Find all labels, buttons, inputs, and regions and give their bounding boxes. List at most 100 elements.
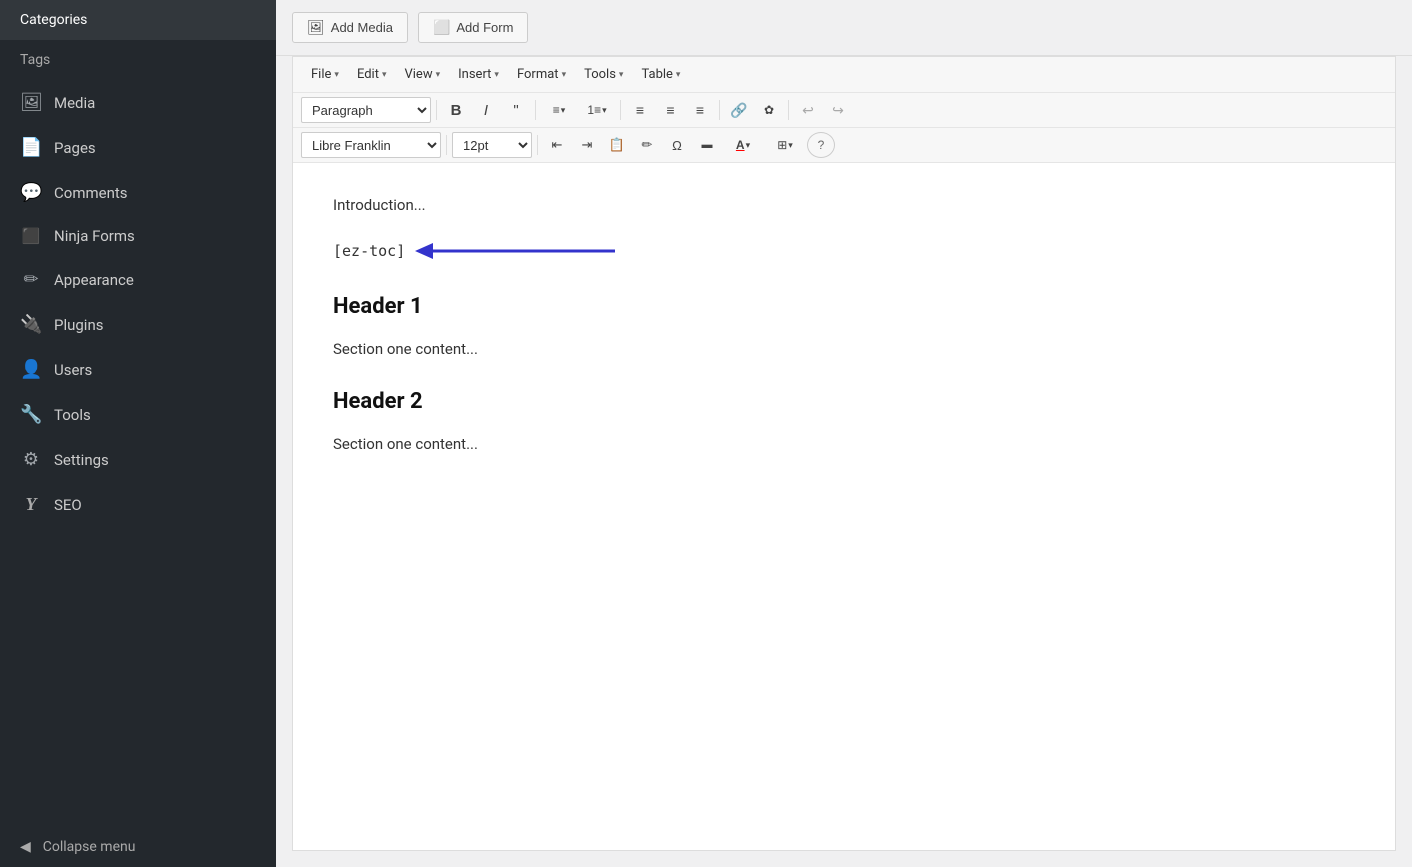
tools-icon: 🔧 <box>20 404 42 425</box>
sidebar-item-tags-label: Tags <box>20 52 50 68</box>
sep5 <box>788 100 789 120</box>
link-button[interactable]: 🔗 <box>725 97 753 123</box>
outdent-button[interactable]: ⇤ <box>543 132 571 158</box>
sep2 <box>535 100 536 120</box>
seo-icon: Y <box>20 494 42 515</box>
section-2-content: Section one content... <box>333 432 1355 458</box>
media-icon: 🖼 <box>20 92 42 113</box>
italic-button[interactable]: I <box>472 97 500 123</box>
menu-insert-arrow: ▾ <box>494 70 499 80</box>
users-icon: 👤 <box>20 359 42 380</box>
eraser-button[interactable]: ✏ <box>633 132 661 158</box>
comments-icon: 💬 <box>20 182 42 203</box>
menu-view-arrow: ▾ <box>436 70 441 80</box>
header-2: Header 2 <box>333 383 1355 420</box>
sidebar-item-ninja-forms[interactable]: ⬛ Ninja Forms <box>0 215 276 257</box>
shortcode-text: [ez-toc] <box>333 239 405 265</box>
ordered-list-button[interactable]: 1≡▾ <box>579 97 615 123</box>
special-button[interactable]: ✿ <box>755 97 783 123</box>
omega-button[interactable]: Ω <box>663 132 691 158</box>
menu-edit[interactable]: Edit ▾ <box>349 63 395 86</box>
paste-button[interactable]: 📋 <box>603 132 631 158</box>
top-toolbar: 🖼 Add Media ⬜ Add Form <box>276 0 1412 56</box>
menu-table-arrow: ▾ <box>676 70 681 80</box>
sidebar-item-seo[interactable]: Y SEO <box>0 482 276 527</box>
align-center-button[interactable]: ≡ <box>656 97 684 123</box>
hr-button[interactable]: ▬ <box>693 132 721 158</box>
sidebar-item-tools[interactable]: 🔧 Tools <box>0 392 276 437</box>
add-media-button[interactable]: 🖼 Add Media <box>292 12 408 43</box>
sidebar-item-ninja-forms-label: Ninja Forms <box>54 227 135 245</box>
blockquote-button[interactable]: " <box>502 97 530 123</box>
editor-wrapper: 🖼 Add Media ⬜ Add Form File ▾ Edit ▾ <box>276 0 1412 867</box>
menu-file-arrow: ▾ <box>334 70 339 80</box>
menu-edit-label: Edit <box>357 67 379 82</box>
menu-table[interactable]: Table ▾ <box>633 63 688 86</box>
sidebar-item-pages-label: Pages <box>54 139 96 157</box>
sidebar-item-media[interactable]: 🖼 Media <box>0 80 276 125</box>
sidebar-item-appearance[interactable]: ✏ Appearance <box>0 257 276 302</box>
sidebar-item-comments-label: Comments <box>54 184 128 202</box>
help-button[interactable]: ? <box>807 132 835 158</box>
menu-edit-arrow: ▾ <box>382 70 387 80</box>
menu-view[interactable]: View ▾ <box>396 63 448 86</box>
sidebar-item-tools-label: Tools <box>54 406 91 424</box>
sidebar-item-plugins-label: Plugins <box>54 316 103 334</box>
sidebar-item-comments[interactable]: 💬 Comments <box>0 170 276 215</box>
undo-button[interactable]: ↩ <box>794 97 822 123</box>
sidebar-item-settings[interactable]: ⚙ Settings <box>0 437 276 482</box>
menu-file[interactable]: File ▾ <box>303 63 347 86</box>
bold-button[interactable]: B <box>442 97 470 123</box>
section-1: Header 1 Section one content... <box>333 288 1355 363</box>
plugins-icon: 🔌 <box>20 314 42 335</box>
menu-insert-label: Insert <box>458 67 491 82</box>
menu-file-label: File <box>311 67 331 82</box>
menu-insert[interactable]: Insert ▾ <box>450 63 507 86</box>
table-button[interactable]: ⊞ ▾ <box>765 132 805 158</box>
section-1-content: Section one content... <box>333 337 1355 363</box>
sidebar-item-categories[interactable]: Categories <box>0 0 276 40</box>
ninja-forms-icon: ⬛ <box>20 227 42 245</box>
appearance-icon: ✏ <box>20 269 42 290</box>
sidebar-item-categories-label: Categories <box>20 12 87 28</box>
align-right-button[interactable]: ≡ <box>686 97 714 123</box>
size-select[interactable]: 12pt <box>452 132 532 158</box>
menu-table-label: Table <box>641 67 672 82</box>
menu-tools[interactable]: Tools ▾ <box>576 63 631 86</box>
menu-bar: File ▾ Edit ▾ View ▾ Insert ▾ Format ▾ <box>293 57 1395 93</box>
sep7 <box>537 135 538 155</box>
toolbar-row-1: Paragraph B I " ≡▾ 1≡▾ ≡ ≡ ≡ 🔗 <box>293 93 1395 128</box>
menu-format-arrow: ▾ <box>562 70 567 80</box>
sep4 <box>719 100 720 120</box>
add-media-label: Add Media <box>331 20 393 35</box>
header-1: Header 1 <box>333 288 1355 325</box>
font-select[interactable]: Libre Franklin <box>301 132 441 158</box>
menu-format-label: Format <box>517 67 559 82</box>
shortcode-line: [ez-toc] <box>333 239 1355 265</box>
sidebar-item-plugins[interactable]: 🔌 Plugins <box>0 302 276 347</box>
collapse-menu-button[interactable]: ◀ Collapse menu <box>0 827 276 867</box>
sidebar-item-settings-label: Settings <box>54 451 109 469</box>
add-form-label: Add Form <box>456 20 513 35</box>
add-form-button[interactable]: ⬜ Add Form <box>418 12 529 43</box>
align-left-button[interactable]: ≡ <box>626 97 654 123</box>
add-form-icon: ⬜ <box>433 19 450 36</box>
indent-button[interactable]: ⇥ <box>573 132 601 158</box>
arrow-annotation <box>415 241 625 261</box>
toolbar-row-2: Libre Franklin 12pt ⇤ ⇥ 📋 ✏ Ω ▬ A ▾ <box>293 128 1395 163</box>
text-color-button[interactable]: A ▾ <box>723 132 763 158</box>
sidebar-item-pages[interactable]: 📄 Pages <box>0 125 276 170</box>
settings-icon: ⚙ <box>20 449 42 470</box>
sidebar-item-tags[interactable]: Tags <box>0 40 276 80</box>
add-media-icon: 🖼 <box>307 19 325 36</box>
section-2: Header 2 Section one content... <box>333 383 1355 458</box>
arrow-svg <box>415 241 625 261</box>
redo-button[interactable]: ↪ <box>824 97 852 123</box>
menu-format[interactable]: Format ▾ <box>509 63 574 86</box>
unordered-list-button[interactable]: ≡▾ <box>541 97 577 123</box>
editor-content[interactable]: Introduction... [ez-toc] <box>293 163 1395 850</box>
menu-view-label: View <box>404 67 432 82</box>
format-select[interactable]: Paragraph <box>301 97 431 123</box>
sidebar-item-users[interactable]: 👤 Users <box>0 347 276 392</box>
sidebar-item-appearance-label: Appearance <box>54 271 134 289</box>
